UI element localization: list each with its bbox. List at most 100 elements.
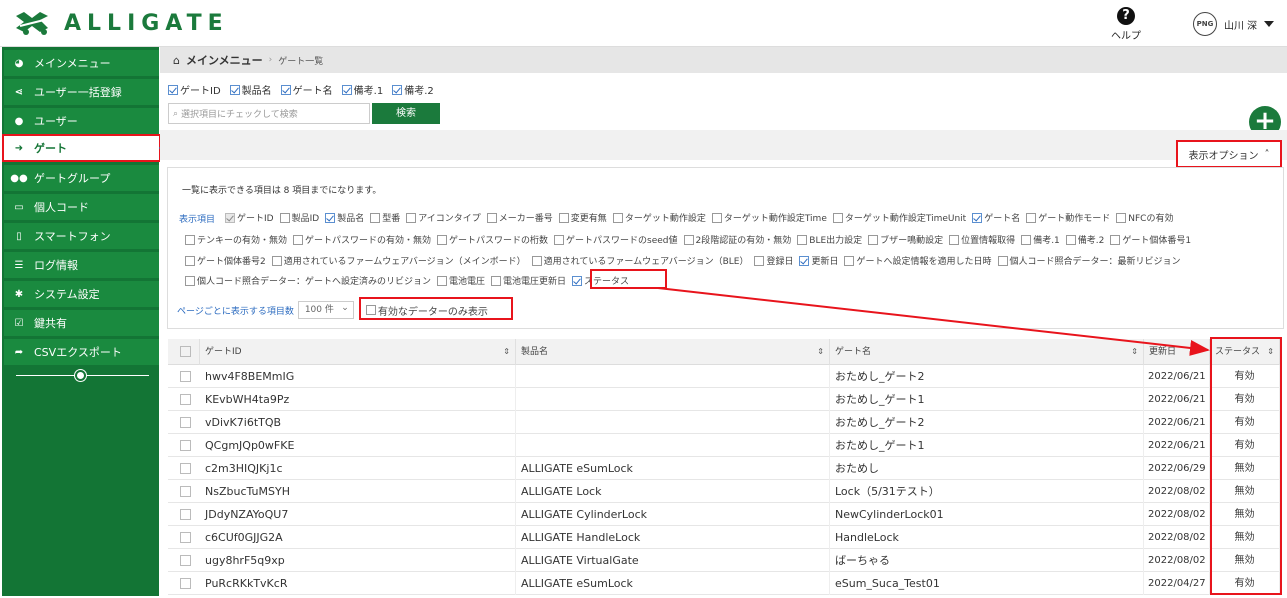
row-checkbox[interactable] — [180, 463, 191, 474]
sidebar-item-main-menu[interactable]: ◕ メインメニュー — [4, 50, 159, 76]
logo[interactable]: ALLIGATE — [14, 10, 229, 36]
sidebar-item-personal-code[interactable]: ▭ 個人コード — [4, 194, 159, 220]
checkbox[interactable] — [997, 255, 1008, 266]
option-checkbox[interactable]: メーカー番号 — [486, 211, 553, 224]
option-checkbox[interactable]: 適用されているファームウェアバージョン（BLE） — [531, 254, 748, 267]
checkbox[interactable] — [279, 212, 290, 223]
sidebar-item-user[interactable]: ● ユーザー — [4, 108, 159, 134]
search-checkbox-product[interactable]: 製品名 — [229, 82, 272, 97]
checkbox[interactable] — [185, 255, 195, 266]
option-checkbox[interactable]: 適用されているファームウェアバージョン（メインボード） — [271, 254, 526, 267]
checkbox[interactable] — [868, 234, 879, 245]
option-checkbox[interactable]: 登録日 — [754, 254, 793, 267]
option-checkbox[interactable]: ゲート動作モード — [1026, 211, 1110, 224]
table-row[interactable]: QCgmJQp0wFKE おためし_ゲート1 2022/06/21 有効 — [168, 434, 1280, 457]
checkbox[interactable] — [554, 234, 565, 245]
table-row[interactable]: NsZbucTuMSYH ALLIGATE Lock Lock（5/31テスト） 20… — [168, 480, 1280, 503]
sidebar-item-key-share[interactable]: ☑ 鍵共有 — [4, 310, 159, 336]
table-row[interactable]: ugy8hrF5q9xp ALLIGATE VirtualGate ばーちゃる 202… — [168, 549, 1280, 572]
checkbox[interactable] — [754, 255, 765, 266]
header-product[interactable]: 製品名 ⇕ — [516, 339, 830, 365]
option-checkbox[interactable]: 備考.2 — [1065, 233, 1104, 246]
sidebar-item-csv-export[interactable]: ➦ CSVエクスポート — [4, 339, 159, 365]
table-row[interactable]: c2m3HIQJKj1c ALLIGATE eSumLock おためし 2022/06… — [168, 457, 1280, 480]
option-checkbox[interactable]: ゲートパスワードのseed値 — [554, 233, 678, 246]
checkbox[interactable] — [341, 84, 352, 95]
checkbox[interactable] — [1026, 212, 1037, 223]
option-checkbox[interactable]: 電池電圧 — [437, 274, 485, 287]
header-updated[interactable]: 更新日 — [1144, 339, 1210, 365]
option-checkbox[interactable]: ゲートID — [225, 211, 274, 224]
checkbox[interactable] — [325, 212, 336, 223]
row-checkbox[interactable] — [180, 509, 191, 520]
row-checkbox[interactable] — [180, 555, 191, 566]
help-button[interactable]: ? ヘルプ — [1108, 7, 1144, 42]
header-gate-name[interactable]: ゲート名 ⇕ — [830, 339, 1144, 365]
sidebar-item-system-settings[interactable]: ✱ システム設定 — [4, 281, 159, 307]
option-checkbox[interactable]: ゲート名 — [972, 211, 1020, 224]
checkbox[interactable] — [229, 84, 240, 95]
option-checkbox[interactable]: 位置情報取得 — [949, 233, 1015, 246]
sidebar-item-bulk-user[interactable]: ⋖ ユーザー一括登録 — [4, 79, 159, 105]
table-row[interactable]: JDdyNZAYoQU7 ALLIGATE CylinderLock NewCyli… — [168, 503, 1280, 526]
option-checkbox[interactable]: ターゲット動作設定Time — [711, 211, 827, 224]
checkbox[interactable] — [612, 212, 623, 223]
option-checkbox[interactable]: ゲートパスワードの有効・無効 — [293, 233, 431, 246]
checkbox[interactable] — [185, 275, 195, 286]
checkbox[interactable] — [1116, 212, 1127, 223]
home-icon[interactable]: ⌂ — [173, 54, 180, 67]
table-row[interactable]: KEvbWH4ta9Pz おためし_ゲート1 2022/06/21 有効 — [168, 388, 1280, 411]
table-row[interactable]: hwv4F8BEMmIG おためし_ゲート2 2022/06/21 有効 — [168, 365, 1280, 388]
checkbox[interactable] — [832, 212, 843, 223]
option-checkbox[interactable]: ターゲット動作設定TimeUnit — [832, 211, 966, 224]
checkbox[interactable] — [844, 255, 855, 266]
select-all-checkbox[interactable] — [180, 346, 191, 357]
per-page-select[interactable]: 100 件 — [297, 300, 354, 319]
option-checkbox[interactable]: 2段階認証の有効・無効 — [683, 233, 791, 246]
sidebar-item-gate-group[interactable]: ●● ゲートグループ — [4, 165, 159, 191]
option-checkbox[interactable]: 更新日 — [799, 254, 838, 267]
search-checkbox-gate-id[interactable]: ゲートID — [168, 82, 221, 97]
table-row[interactable]: c6CUf0GJJG2A ALLIGATE HandleLock HandleLoc… — [168, 526, 1280, 549]
checkbox[interactable] — [225, 212, 235, 223]
checkbox[interactable] — [437, 275, 448, 286]
checkbox[interactable] — [1021, 234, 1032, 245]
table-row[interactable]: PuRcRKkTvKcR ALLIGATE eSumLock eSum_Suca_T… — [168, 572, 1280, 595]
display-options-toggle[interactable]: 表示オプション ˄ — [1176, 140, 1282, 168]
checkbox[interactable] — [531, 255, 542, 266]
option-checkbox[interactable]: ゲートパスワードの桁数 — [437, 233, 548, 246]
option-checkbox[interactable]: ゲート個体番号2 — [185, 254, 266, 267]
row-checkbox[interactable] — [180, 371, 191, 382]
user-menu[interactable]: PNG 山川 深 — [1193, 12, 1275, 36]
checkbox[interactable] — [1065, 234, 1076, 245]
checkbox[interactable] — [392, 84, 403, 95]
header-gate-id[interactable]: ゲートID ⇕ — [200, 339, 516, 365]
checkbox[interactable] — [491, 275, 502, 286]
option-checkbox[interactable]: 個人コード照合データー：最新リビジョン — [997, 254, 1181, 267]
checkbox[interactable] — [972, 212, 983, 223]
sidebar-item-smartphone[interactable]: ▯ スマートフォン — [4, 223, 159, 249]
search-checkbox-note1[interactable]: 備考.1 — [341, 82, 383, 97]
checkbox[interactable] — [949, 234, 960, 245]
row-checkbox[interactable] — [180, 394, 191, 405]
checkbox[interactable] — [437, 234, 448, 245]
option-checkbox[interactable]: 製品名 — [325, 211, 364, 224]
checkbox[interactable] — [280, 84, 291, 95]
checkbox[interactable] — [1110, 234, 1121, 245]
option-checkbox[interactable]: 電池電圧更新日 — [491, 274, 566, 287]
checkbox[interactable] — [572, 275, 583, 286]
sidebar-item-log[interactable]: ☰ ログ情報 — [4, 252, 159, 278]
search-input[interactable]: ⌕ 選択項目にチェックして検索 — [168, 103, 370, 124]
table-row[interactable]: vDivK7i6tTQB おためし_ゲート2 2022/06/21 有効 — [168, 411, 1280, 434]
row-checkbox[interactable] — [180, 578, 191, 589]
search-checkbox-gate-name[interactable]: ゲート名 — [280, 82, 333, 97]
option-checkbox[interactable]: BLE出力設定 — [797, 233, 862, 246]
checkbox[interactable] — [711, 212, 722, 223]
option-checkbox[interactable]: ブザー鳴動設定 — [868, 233, 943, 246]
checkbox[interactable] — [406, 212, 417, 223]
row-checkbox[interactable] — [180, 417, 191, 428]
row-checkbox[interactable] — [180, 440, 191, 451]
checkbox[interactable] — [799, 255, 810, 266]
option-checkbox[interactable]: 製品ID — [279, 211, 319, 224]
checkbox[interactable] — [185, 234, 195, 245]
